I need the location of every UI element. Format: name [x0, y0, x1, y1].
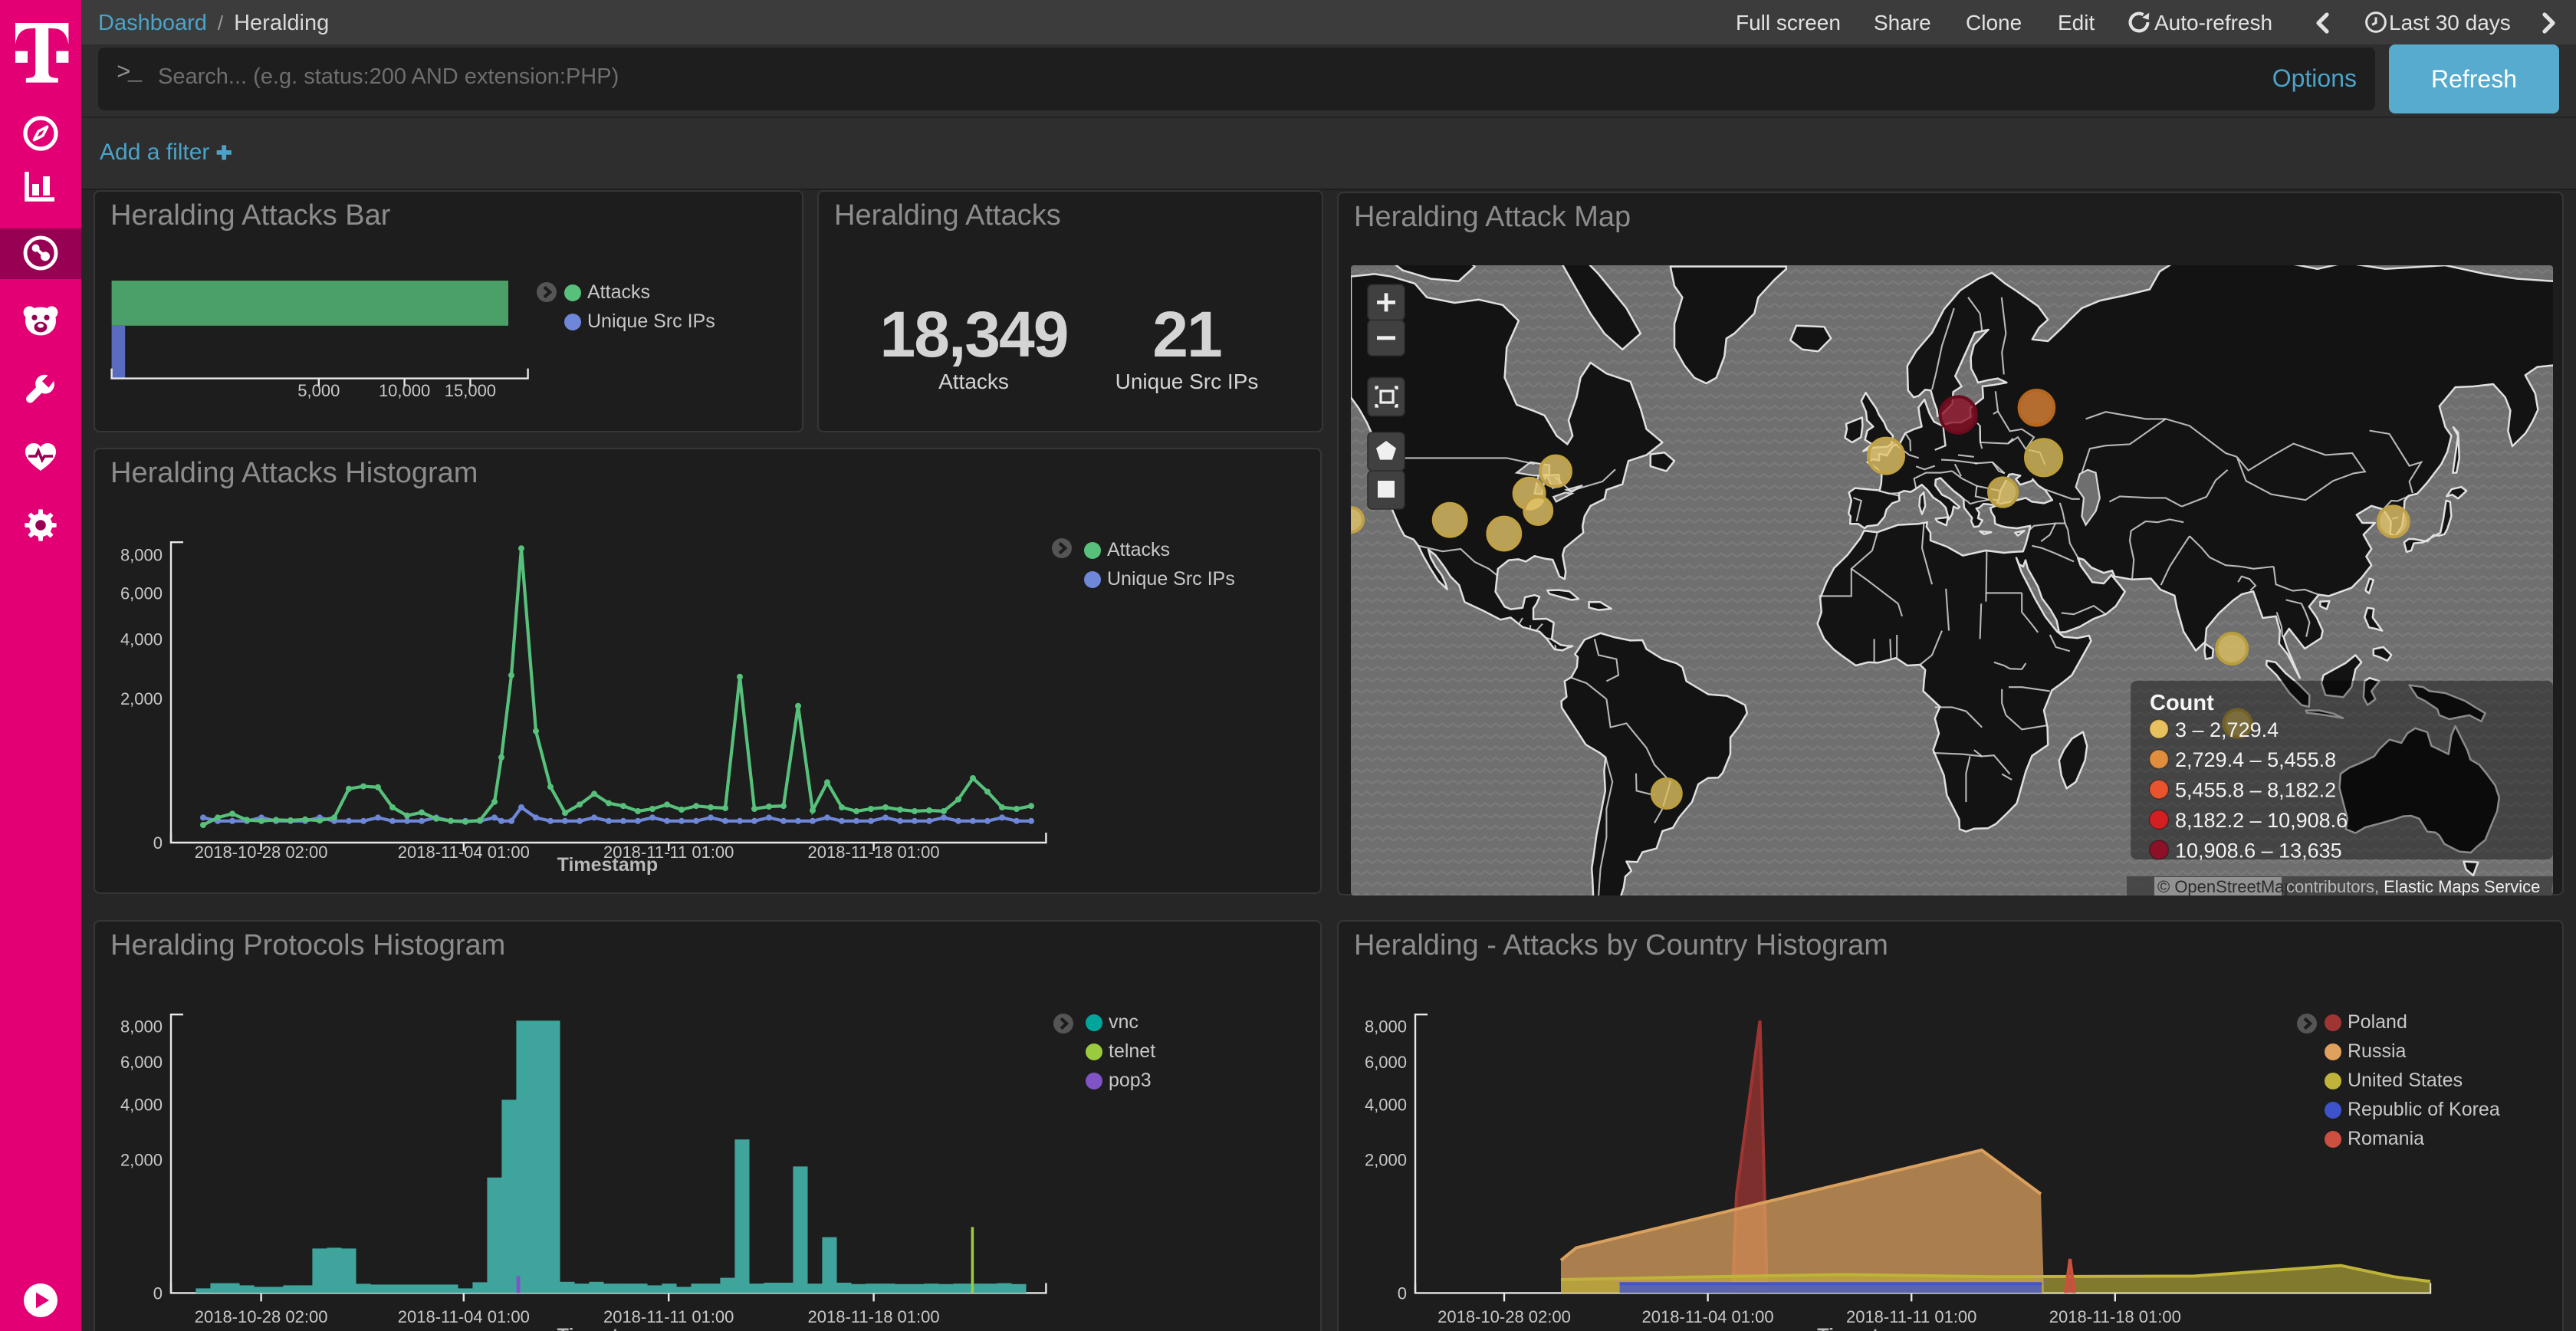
svg-text:15,000: 15,000 — [445, 381, 496, 400]
svg-text:2018-11-04 01:00: 2018-11-04 01:00 — [398, 843, 530, 862]
svg-text:0: 0 — [153, 1283, 163, 1303]
svg-text:2018-11-18 01:00: 2018-11-18 01:00 — [808, 1307, 940, 1326]
svg-text:2018-11-04 01:00: 2018-11-04 01:00 — [1642, 1307, 1774, 1326]
svg-text:8,000: 8,000 — [120, 1017, 163, 1037]
svg-text:contributors, Elastic Maps Ser: contributors, Elastic Maps Service — [2286, 877, 2540, 896]
svg-text:4,000: 4,000 — [120, 629, 163, 649]
svg-text:6,000: 6,000 — [120, 1053, 163, 1072]
svg-text:2018-11-11 01:00: 2018-11-11 01:00 — [1846, 1307, 1976, 1326]
svg-text:8,182.2 – 10,908.6: 8,182.2 – 10,908.6 — [2175, 809, 2348, 832]
svg-text:8,000: 8,000 — [120, 545, 163, 564]
svg-text:Timestamp: Timestamp — [557, 1325, 659, 1331]
svg-text:0: 0 — [153, 833, 163, 853]
svg-text:8,000: 8,000 — [1365, 1017, 1407, 1037]
svg-text:2,000: 2,000 — [120, 1151, 163, 1170]
svg-text:5,455.8 – 8,182.2: 5,455.8 – 8,182.2 — [2175, 779, 2336, 802]
svg-text:2018-10-28 02:00: 2018-10-28 02:00 — [195, 1307, 328, 1326]
svg-text:6,000: 6,000 — [1365, 1053, 1407, 1072]
svg-text:4,000: 4,000 — [1365, 1096, 1407, 1115]
svg-text:2018-11-18 01:00: 2018-11-18 01:00 — [808, 843, 940, 862]
svg-text:0: 0 — [1398, 1283, 1407, 1303]
svg-text:2,000: 2,000 — [1365, 1151, 1407, 1170]
svg-text:10,908.6 – 13,635: 10,908.6 – 13,635 — [2175, 839, 2342, 862]
svg-text:2018-10-28 02:00: 2018-10-28 02:00 — [195, 843, 328, 862]
svg-text:2018-10-28 02:00: 2018-10-28 02:00 — [1438, 1307, 1571, 1326]
svg-text:4,000: 4,000 — [120, 1096, 163, 1115]
svg-text:3 – 2,729.4: 3 – 2,729.4 — [2175, 718, 2279, 741]
svg-text:2018-11-04 01:00: 2018-11-04 01:00 — [398, 1307, 530, 1326]
svg-text:© OpenStreetMap: © OpenStreetMap — [2157, 877, 2294, 896]
svg-text:2018-11-11 01:00: 2018-11-11 01:00 — [603, 1307, 734, 1326]
svg-text:10,000: 10,000 — [379, 381, 430, 400]
svg-text:Timestamp: Timestamp — [1817, 1325, 1918, 1331]
svg-text:6,000: 6,000 — [120, 584, 163, 603]
svg-text:Count: Count — [2150, 691, 2214, 715]
svg-text:2018-11-18 01:00: 2018-11-18 01:00 — [2049, 1307, 2181, 1326]
svg-text:2,729.4 – 5,455.8: 2,729.4 – 5,455.8 — [2175, 748, 2336, 771]
svg-text:5,000: 5,000 — [297, 381, 340, 400]
svg-text:2,000: 2,000 — [120, 689, 163, 708]
svg-text:Timestamp: Timestamp — [557, 854, 659, 876]
